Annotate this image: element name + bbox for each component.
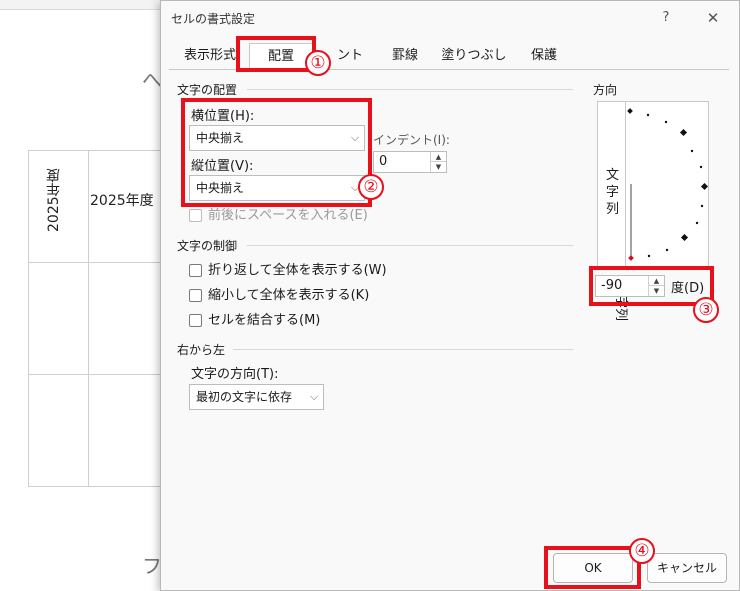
section-label-text-control: 文字の制御 — [177, 239, 238, 253]
tab-border[interactable]: 罫線 — [379, 43, 431, 69]
checkbox-box[interactable] — [189, 264, 202, 277]
background-text-fragment: へ — [142, 68, 162, 92]
wrap-text-label: 折り返して全体を表示する(W) — [208, 263, 387, 278]
checkbox-box[interactable] — [189, 314, 202, 327]
section-rule — [247, 245, 573, 246]
vertical-text-option[interactable]: 文 字 列 — [598, 102, 626, 266]
grid-line — [28, 150, 163, 151]
indent-spinner[interactable]: 0 ▲ ▼ — [373, 151, 447, 173]
close-button[interactable]: ✕ — [703, 8, 723, 28]
spin-up-icon[interactable]: ▲ — [430, 152, 446, 162]
cancel-button[interactable]: キャンセル — [647, 553, 727, 583]
step-badge-2: ② — [358, 174, 384, 200]
highlight-degrees — [589, 266, 714, 306]
highlight-position-selects — [181, 98, 372, 207]
dialog-titlebar[interactable]: セルの書式設定 ? ✕ — [161, 1, 740, 35]
vertical-char: 列 — [606, 202, 620, 217]
dialog-title: セルの書式設定 — [171, 12, 256, 26]
highlight-alignment-tab — [236, 36, 316, 72]
section-rule — [233, 349, 573, 350]
step-badge-3: ③ — [693, 297, 719, 323]
step-badge-1: ① — [305, 50, 331, 76]
orientation-dial[interactable] — [626, 102, 708, 266]
checkbox-box[interactable] — [189, 209, 202, 222]
grid-line — [28, 150, 29, 486]
step-badge-4: ④ — [629, 538, 655, 564]
highlight-ok — [544, 546, 641, 589]
merge-cells-label: セルを結合する(M) — [208, 313, 321, 328]
help-button[interactable]: ? — [656, 8, 676, 28]
section-label-rtl: 右から左 — [177, 343, 226, 357]
section-rule — [247, 89, 573, 90]
grid-line — [88, 150, 89, 486]
grid-line — [28, 262, 163, 263]
text-direction-label: 文字の方向(T): — [191, 367, 279, 382]
shrink-to-fit-label: 縮小して全体を表示する(K) — [208, 288, 370, 303]
grid-line — [28, 374, 163, 375]
text-direction-value: 最初の文字に依存 — [196, 390, 293, 404]
vertical-cell-text[interactable]: 2025年度 — [39, 160, 69, 240]
orientation-panel[interactable]: 文 字 列 文字列 — [597, 101, 709, 321]
grid-line — [28, 486, 163, 487]
justify-distributed-label: 前後にスペースを入れる(E) — [208, 208, 368, 223]
cell-text[interactable]: 2025年度 — [90, 190, 154, 210]
tab-number[interactable]: 表示形式 — [175, 43, 245, 69]
background-text-fragment: フ — [142, 554, 162, 578]
tab-protection[interactable]: 保護 — [517, 43, 571, 69]
chevron-down-icon: ⌵ — [309, 390, 319, 403]
section-label-alignment: 文字の配置 — [177, 83, 238, 97]
tab-fill[interactable]: 塗りつぶし — [435, 43, 513, 69]
spin-down-icon[interactable]: ▼ — [430, 162, 446, 172]
checkbox-box[interactable] — [189, 289, 202, 302]
indent-value: 0 — [379, 154, 388, 169]
indent-label: インデント(I): — [373, 133, 450, 147]
text-direction-select[interactable]: 最初の文字に依存 ⌵ — [189, 384, 324, 410]
section-label-orientation: 方向 — [593, 83, 618, 97]
